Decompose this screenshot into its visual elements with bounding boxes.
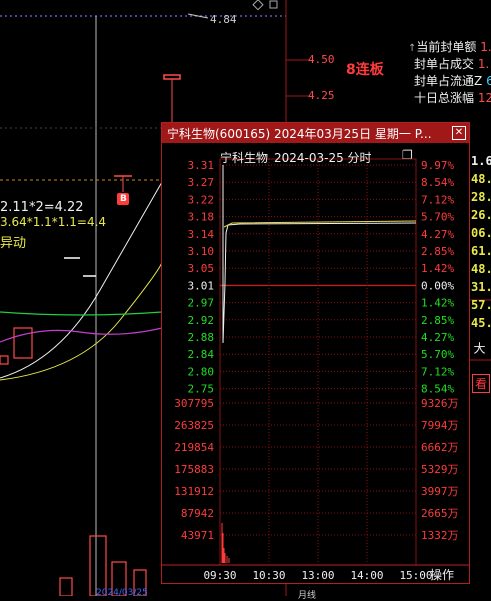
price-tick-label: 3.18 [188, 211, 215, 224]
pct-tick-label: 5.70% [421, 211, 454, 224]
amount-tick-label: 7994万 [421, 419, 459, 432]
info-line-3: 封单占流通Z 6 [408, 72, 491, 89]
time-tick-label: 15:00 [399, 569, 432, 582]
formula-line-2: 3.64*1.1*1.1=4.4 [0, 215, 107, 229]
seal-info-panel: ↑当前封单额 1. 封单占成交 1. 封单占流通Z 6 十日总涨幅 12 [408, 38, 491, 106]
right-edge-value: 48.5 [471, 262, 491, 276]
amount-tick-label: 9326万 [421, 397, 459, 410]
price-tick-label: 3.22 [188, 193, 215, 206]
time-tick-label: 09:30 [203, 569, 236, 582]
right-edge-value: 45.3 [471, 316, 491, 330]
price-tick-label: 2.75 [188, 383, 215, 396]
pct-tick-label: 2.85% [421, 245, 454, 258]
pct-tick-label: 2.85% [421, 314, 454, 327]
info-line-2: 封单占成交 1. [408, 55, 491, 72]
right-edge-value: 61.4 [471, 244, 491, 258]
bottom-right-label: 月线 [298, 591, 317, 601]
info-label-1: 当前封单额 [416, 40, 477, 54]
price-tick-label: 2.80 [188, 365, 215, 378]
info-value-1: 1. [480, 40, 491, 54]
restore-icon[interactable]: ❐ [402, 148, 413, 162]
right-edge-values: 1.6 48.0 28.6 26.9 06.6 61.4 48.5 31.9 57.8 45.3 [471, 154, 491, 334]
info-line-1: ↑当前封单额 1. [408, 40, 491, 54]
intraday-popup-window[interactable]: 宁科生物(600165) 2024年03月25日 星期一 P... ✕ 3.31… [161, 122, 470, 584]
pct-tick-label: 9.97% [421, 159, 454, 172]
price-tick-label: 3.14 [188, 228, 215, 241]
time-tick-label: 14:00 [350, 569, 383, 582]
volume-tick-label: 175883 [174, 463, 214, 476]
volume-tick-label: 43971 [181, 529, 214, 542]
info-value-4: 12 [477, 91, 491, 105]
price-tick-label: 2.84 [188, 348, 215, 361]
right-edge-value: 31.9 [471, 280, 491, 294]
pct-tick-label: 7.12% [421, 365, 454, 378]
price-tick-label: 3.27 [188, 176, 215, 189]
price-tick-label: 3.05 [188, 262, 215, 275]
amount-tick-label: 2665万 [421, 507, 459, 520]
right-edge-value: 57.8 [471, 298, 491, 312]
pct-tick-label: 4.27% [421, 331, 454, 344]
bg-price-label-1: 4.50 [308, 53, 335, 66]
pct-tick-label: 7.12% [421, 193, 454, 206]
price-tick-label: 3.01 [188, 279, 215, 292]
time-tick-label: 13:00 [301, 569, 334, 582]
volume-tick-label: 131912 [174, 485, 214, 498]
price-line [222, 165, 417, 344]
info-label-3: 封单占流通Z [414, 74, 483, 88]
info-label-2: 封单占成交 [414, 57, 475, 71]
volume-tick-label: 87942 [181, 507, 214, 520]
bottom-date: 2024/03/25 [96, 588, 148, 598]
bg-top-price-label: 4.84 [210, 13, 237, 26]
price-tick-label: 3.10 [188, 245, 215, 258]
right-edge-value: 28.6 [471, 190, 491, 204]
right-edge-value: 48.0 [471, 172, 491, 186]
pct-tick-label: 0.00% [421, 279, 454, 292]
right-edge-value: 06.6 [471, 226, 491, 240]
buy-marker-letter: B [120, 194, 127, 204]
price-tick-label: 2.88 [188, 331, 215, 344]
amount-tick-label: 6662万 [421, 441, 459, 454]
info-label-4: 十日总涨幅 [414, 91, 475, 105]
pct-tick-label: 4.27% [421, 228, 454, 241]
streak-badge: 8连板 [346, 62, 384, 78]
amount-tick-label: 3997万 [421, 485, 459, 498]
pct-tick-label: 8.54% [421, 176, 454, 189]
volume-tick-label: 307795 [174, 397, 214, 410]
time-tick-label: 10:30 [252, 569, 285, 582]
formula-line-3: 异动 [0, 236, 27, 251]
formula-line-1: 2.11*2=4.22 [0, 200, 84, 215]
chart-header-name: 宁科生物 [220, 151, 269, 165]
pct-tick-label: 5.70% [421, 348, 454, 361]
info-line-4: 十日总涨幅 12 [408, 89, 491, 106]
info-value-3: 6 [486, 74, 491, 88]
amount-tick-label: 5329万 [421, 463, 459, 476]
action-button[interactable]: 操作 [430, 566, 454, 583]
right-edge-label-look[interactable]: 看 [472, 374, 491, 393]
price-tick-label: 3.31 [188, 159, 215, 172]
pct-tick-label: 8.54% [421, 383, 454, 396]
price-tick-label: 2.97 [188, 297, 215, 310]
right-edge-label-big: 大 [472, 342, 486, 354]
volume-tick-label: 263825 [174, 419, 214, 432]
price-tick-label: 2.92 [188, 314, 215, 327]
right-edge-value: 26.9 [471, 208, 491, 222]
amount-tick-label: 1332万 [421, 529, 459, 542]
info-value-2: 1. [477, 57, 490, 71]
bg-price-label-2: 4.25 [308, 89, 335, 102]
pct-tick-label: 1.42% [421, 297, 454, 310]
intraday-chart: 3.31 9.97% 3.27 8.54% 3.22 7.12% 3.18 5.70% 3.14… [162, 158, 469, 582]
chart-header-date: 2024-03-25 分时 [274, 151, 372, 165]
volume-tick-label: 219854 [174, 441, 214, 454]
right-edge-value: 1.6 [471, 154, 491, 168]
pct-tick-label: 1.42% [421, 262, 454, 275]
